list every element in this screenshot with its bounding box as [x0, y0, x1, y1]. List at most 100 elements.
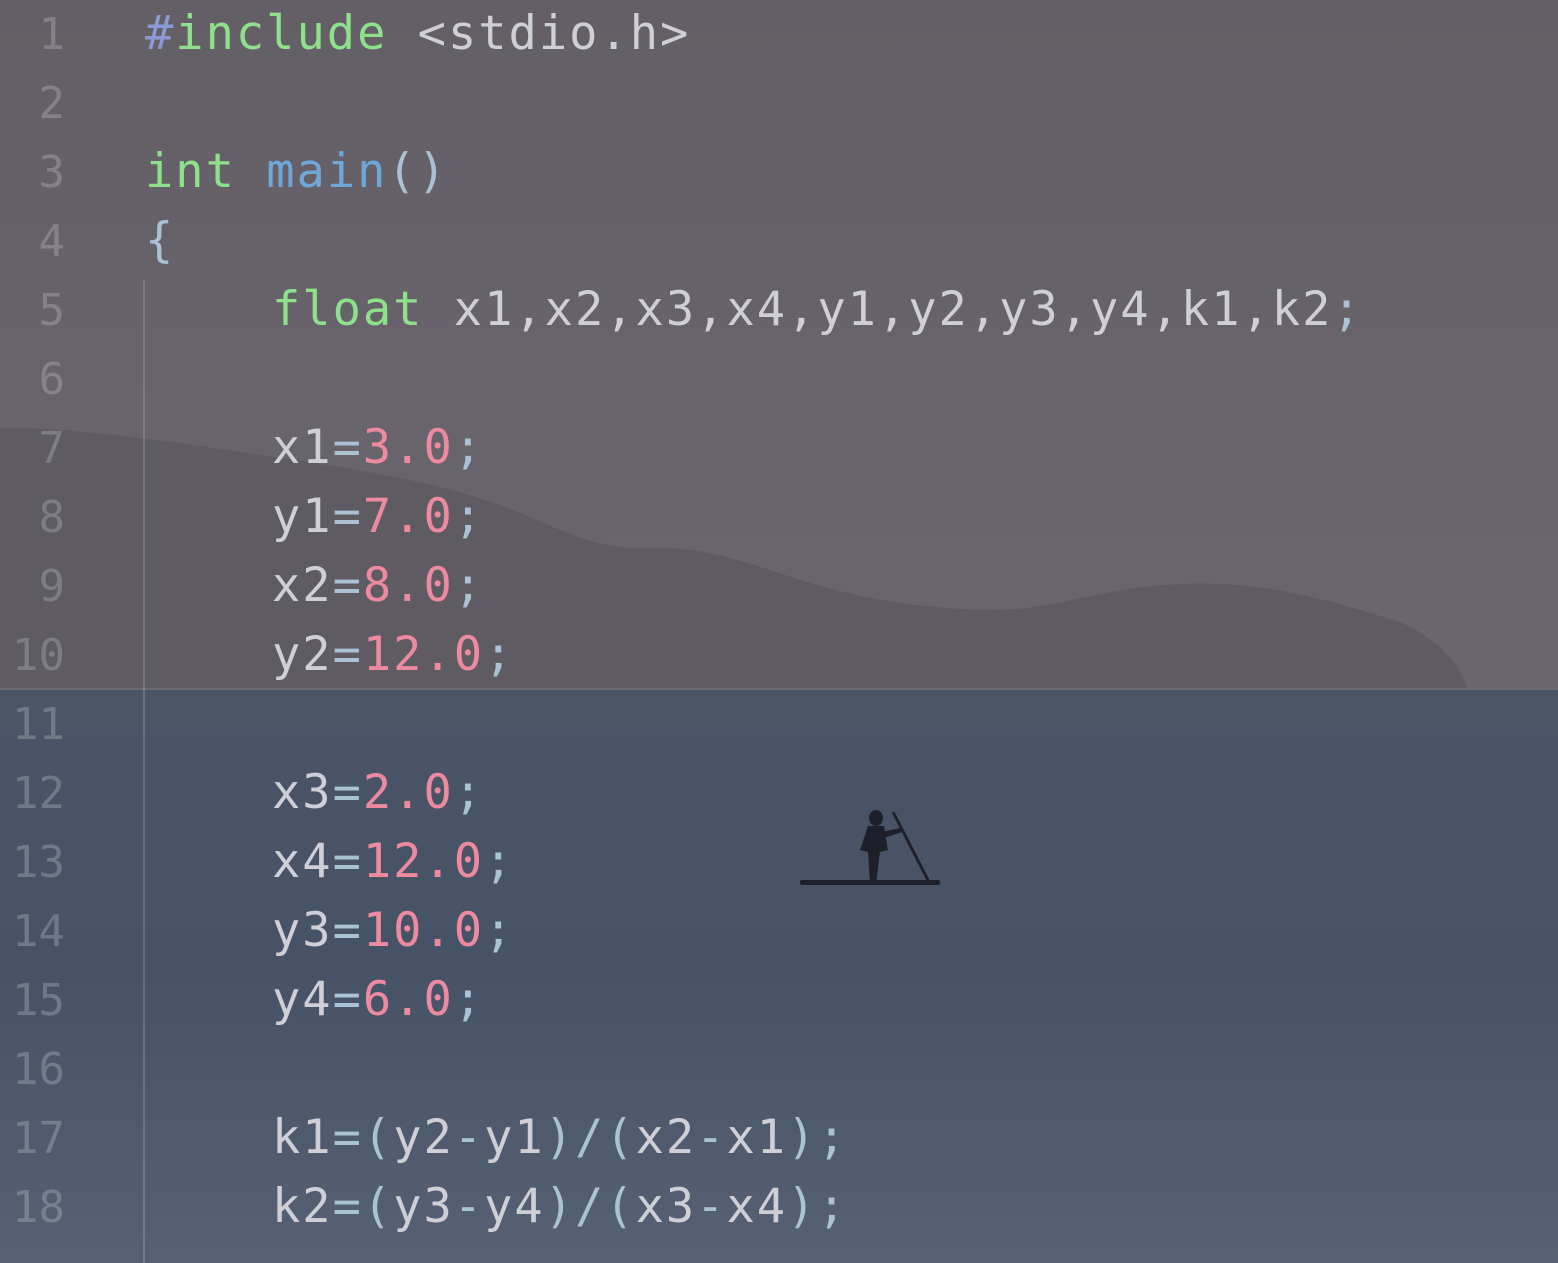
line-number: 4: [38, 216, 66, 267]
code-token: -: [453, 1110, 485, 1165]
line-number: 3: [38, 147, 66, 198]
code-token: =: [332, 627, 363, 682]
line-number: 12: [12, 768, 65, 819]
code-token: y4: [272, 972, 333, 1027]
line-number: 13: [12, 837, 65, 888]
code-token: y2: [393, 1110, 454, 1165]
code-token: #: [145, 6, 176, 61]
code-token: {: [145, 213, 176, 268]
code-token: x1: [272, 420, 333, 475]
code-token: ;: [484, 834, 515, 889]
code-line[interactable]: 15 y4=6.0;: [0, 966, 1558, 1035]
code-token: -: [696, 1110, 727, 1165]
code-text[interactable]: y4=6.0;: [145, 974, 484, 1026]
code-token: x2: [272, 558, 333, 613]
code-text[interactable]: int main(): [145, 146, 448, 198]
code-text[interactable]: y1=7.0;: [145, 491, 484, 543]
code-editor[interactable]: 1 #include <stdio.h> 2 3 int main() 4{5 float …: [0, 0, 1558, 1263]
code-token: ;: [453, 972, 485, 1027]
code-token: ;: [484, 903, 515, 958]
code-token: )/(: [544, 1110, 636, 1165]
code-token: =: [332, 420, 363, 475]
line-number: 2: [38, 78, 66, 129]
code-token: x3: [272, 765, 333, 820]
line-number: 8: [38, 492, 66, 543]
code-token: 8.0: [362, 558, 454, 613]
code-token: y1: [484, 1110, 545, 1165]
code-token: =: [332, 489, 363, 544]
code-token: x2: [635, 1110, 697, 1165]
code-token: <stdio.h>: [387, 6, 691, 61]
code-token: main: [266, 144, 388, 199]
line-number: 1: [38, 9, 66, 60]
code-token: -: [696, 1179, 727, 1234]
code-token: int: [145, 144, 236, 199]
code-token: )/(: [544, 1179, 636, 1234]
code-text[interactable]: x4=12.0;: [145, 836, 514, 888]
line-number: 11: [12, 699, 65, 750]
code-token: 12.0: [362, 834, 485, 889]
code-line[interactable]: 11: [0, 690, 1558, 759]
code-text[interactable]: x1=3.0;: [145, 422, 484, 474]
code-text[interactable]: k1=(y2-y1)/(x2-x1);: [145, 1112, 848, 1164]
code-line[interactable]: 14 y3=10.0;: [0, 897, 1558, 966]
line-number: 6: [38, 354, 66, 405]
code-text[interactable]: y2=12.0;: [145, 629, 514, 681]
code-line[interactable]: 18 k2=(y3-y4)/(x3-x4);: [0, 1173, 1558, 1242]
code-token: 3.0: [362, 420, 454, 475]
code-text[interactable]: k2=(y3-y4)/(x3-x4);: [145, 1181, 848, 1233]
code-token: 10.0: [362, 903, 485, 958]
code-token: );: [787, 1110, 848, 1165]
code-line[interactable]: 9 x2=8.0;: [0, 552, 1558, 621]
code-text[interactable]: #include <stdio.h>: [145, 8, 690, 60]
code-token: float: [272, 282, 424, 337]
code-line[interactable]: 5 float x1,x2,x3,x4,y1,y2,y3,y4,k1,k2;: [0, 276, 1558, 345]
code-text[interactable]: {: [145, 215, 175, 267]
code-token: ;: [453, 420, 485, 475]
code-line[interactable]: 8 y1=7.0;: [0, 483, 1558, 552]
code-token: 6.0: [362, 972, 454, 1027]
code-token: x4: [726, 1179, 788, 1234]
code-token: ;: [453, 765, 485, 820]
code-text[interactable]: float x1,x2,x3,x4,y1,y2,y3,y4,k1,k2;: [145, 284, 1363, 336]
line-number: 16: [12, 1044, 65, 1095]
code-line[interactable]: 4{: [0, 207, 1558, 276]
code-line[interactable]: 12 x3=2.0;: [0, 759, 1558, 828]
line-number: 14: [12, 906, 65, 957]
code-line[interactable]: 6: [0, 345, 1558, 414]
code-token: ;: [484, 627, 515, 682]
code-line[interactable]: 2: [0, 69, 1558, 138]
code-text[interactable]: y3=10.0;: [145, 905, 514, 957]
code-token: y2: [272, 627, 333, 682]
code-line[interactable]: 16: [0, 1035, 1558, 1104]
code-line[interactable]: 7 x1=3.0;: [0, 414, 1558, 483]
code-token: =: [332, 765, 363, 820]
code-token: x4: [272, 834, 333, 889]
code-token: =: [332, 903, 363, 958]
code-token: ;: [1332, 282, 1363, 337]
code-line[interactable]: 10 y2=12.0;: [0, 621, 1558, 690]
code-token: =: [332, 972, 363, 1027]
code-token: x3: [635, 1179, 697, 1234]
line-number: 18: [12, 1182, 65, 1233]
code-token: =(: [332, 1110, 394, 1165]
code-text[interactable]: x3=2.0;: [145, 767, 484, 819]
code-line[interactable]: 3 int main(): [0, 138, 1558, 207]
code-line[interactable]: 13 x4=12.0;: [0, 828, 1558, 897]
code-token: y4: [484, 1179, 545, 1234]
line-number: 7: [38, 423, 66, 474]
code-token: 12.0: [362, 627, 485, 682]
code-token: =: [332, 558, 363, 613]
code-line[interactable]: 1 #include <stdio.h>: [0, 0, 1558, 69]
code-token: 2.0: [362, 765, 454, 820]
code-token: 7.0: [362, 489, 454, 544]
code-line[interactable]: 17 k1=(y2-y1)/(x2-x1);: [0, 1104, 1558, 1173]
code-text[interactable]: x2=8.0;: [145, 560, 484, 612]
line-number: 9: [38, 561, 66, 612]
code-token: ;: [453, 558, 485, 613]
code-token: =(: [332, 1179, 394, 1234]
code-token: y3: [393, 1179, 454, 1234]
line-number: 5: [38, 285, 66, 336]
line-number: 17: [12, 1113, 65, 1164]
